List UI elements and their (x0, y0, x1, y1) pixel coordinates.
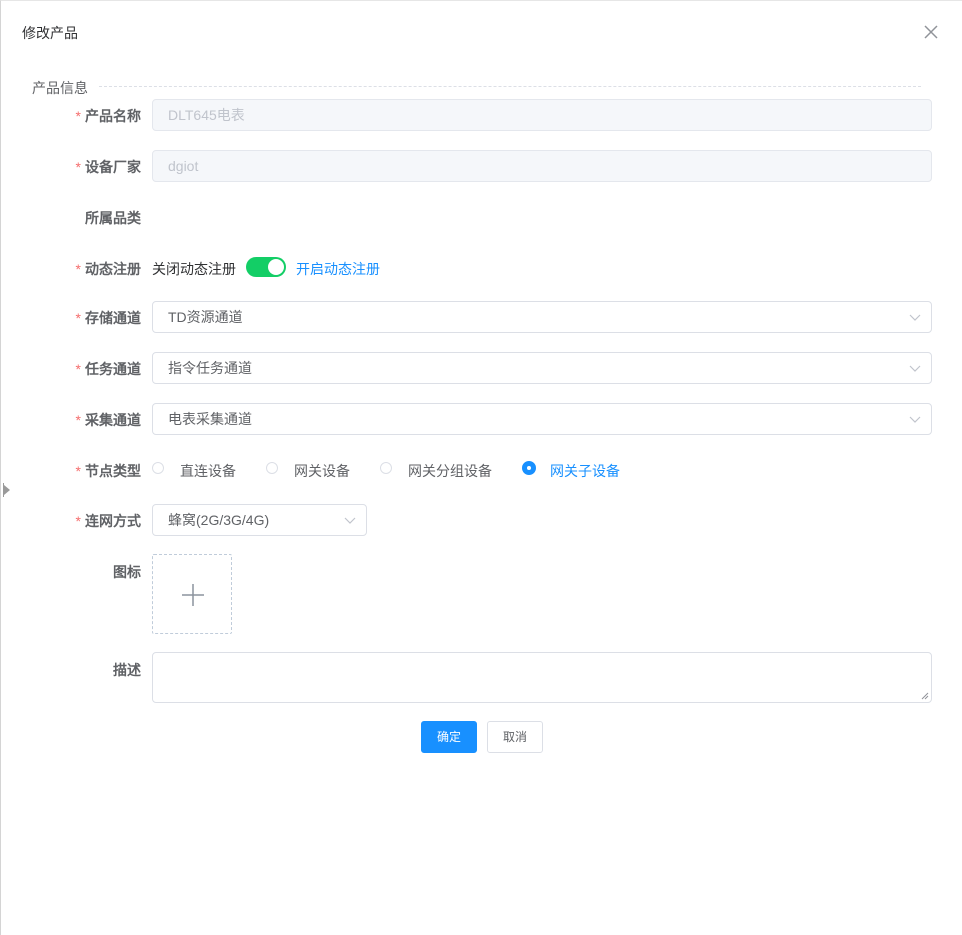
chevron-down-icon (344, 517, 356, 524)
chevron-down-icon (909, 416, 921, 423)
close-icon[interactable] (921, 22, 941, 42)
resize-grip-icon[interactable] (921, 692, 929, 700)
vendor-label: * 设备厂家 (75, 159, 141, 175)
dynamic-register-on-text[interactable]: 开启动态注册 (296, 259, 380, 279)
section-title: 产品信息 (32, 78, 96, 98)
product-name-value: DLT645电表 (168, 107, 245, 123)
chevron-down-icon (909, 314, 921, 321)
radio-checked-icon (522, 461, 536, 475)
storage-channel-select[interactable]: TD资源通道 (152, 301, 932, 333)
dynamic-register-switch[interactable] (246, 257, 286, 277)
description-label: 描述 (113, 662, 141, 678)
storage-channel-label: * 存储通道 (75, 310, 141, 326)
radio-icon (266, 462, 278, 474)
task-channel-value: 指令任务通道 (168, 360, 252, 376)
collect-channel-select[interactable]: 电表采集通道 (152, 403, 932, 435)
chevron-down-icon (909, 365, 921, 372)
icon-uploader[interactable] (152, 554, 232, 634)
network-label: * 连网方式 (75, 513, 141, 529)
category-label: 所属品类 (85, 210, 141, 226)
product-name-input[interactable]: DLT645电表 (152, 99, 932, 131)
storage-channel-value: TD资源通道 (168, 309, 243, 325)
task-channel-label: * 任务通道 (75, 361, 141, 377)
description-textarea[interactable] (152, 652, 932, 703)
collect-channel-value: 电表采集通道 (168, 411, 252, 427)
product-name-label: * 产品名称 (75, 108, 141, 124)
node-type-label: * 节点类型 (75, 463, 141, 479)
network-value: 蜂窝(2G/3G/4G) (168, 512, 270, 528)
expand-handle-icon[interactable] (4, 485, 10, 495)
vendor-input[interactable]: dgiot (152, 150, 932, 182)
task-channel-select[interactable]: 指令任务通道 (152, 352, 932, 384)
vendor-value: dgiot (168, 158, 199, 174)
dialog-title: 修改产品 (22, 25, 78, 41)
radio-icon (152, 462, 164, 474)
radio-icon (380, 462, 392, 474)
plus-icon (182, 584, 204, 606)
icon-label: 图标 (113, 564, 141, 580)
edit-product-dialog: 修改产品 产品信息 * 产品名称 DLT645电表 * 设备厂家 dgiot 所属品… (0, 0, 962, 935)
dynamic-register-label: * 动态注册 (75, 261, 141, 277)
network-select[interactable]: 蜂窝(2G/3G/4G) (152, 504, 367, 536)
section-divider (99, 86, 921, 87)
switch-knob (268, 259, 284, 275)
collect-channel-label: * 采集通道 (75, 412, 141, 428)
dynamic-register-off-text[interactable]: 关闭动态注册 (152, 259, 236, 279)
cancel-button[interactable]: 取消 (487, 721, 543, 753)
confirm-button[interactable]: 确定 (421, 721, 477, 753)
